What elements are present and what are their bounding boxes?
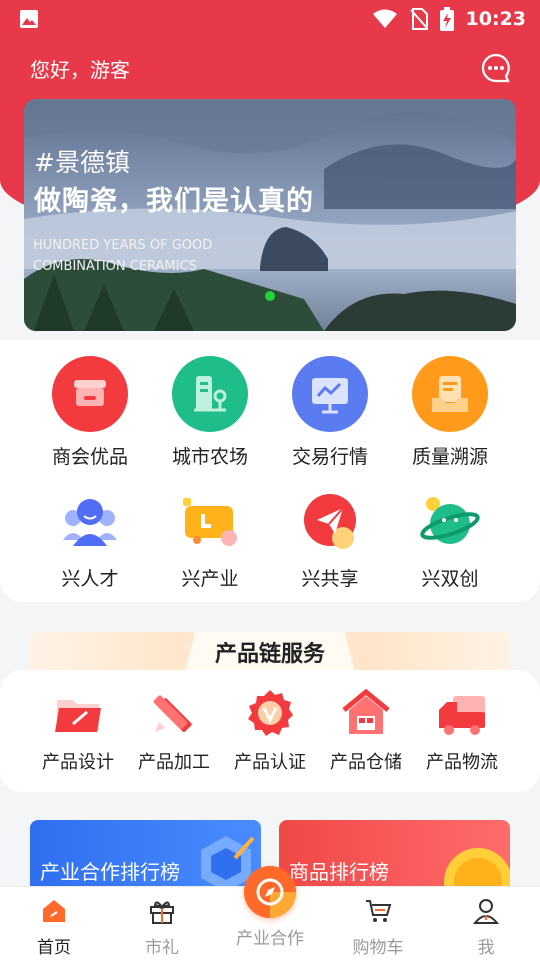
tab-label: 首页 xyxy=(37,938,71,958)
banner-subline-1: HUNDRED YEARS OF GOOD xyxy=(33,238,213,253)
chain-item-warehouse[interactable]: 产品仓储 xyxy=(316,688,416,774)
no-sim-icon xyxy=(409,8,428,30)
banner-tag: #景德镇 xyxy=(34,148,130,177)
grid-item-shanghui-youpin[interactable]: 商会优品 xyxy=(30,356,150,469)
feature-grid: 商会优品 城市农场 交易行情 质量溯源 兴人才 兴产业 兴共享 兴双创 xyxy=(0,340,540,602)
grid-item-talent[interactable]: 兴人才 xyxy=(30,492,150,591)
delivery-truck-icon xyxy=(439,696,485,735)
product-ranking-label: 商品排行榜 xyxy=(289,860,389,884)
chat-bubble-icon[interactable] xyxy=(480,52,512,84)
tab-label: 购物车 xyxy=(352,938,404,958)
carousel-indicator[interactable] xyxy=(265,291,275,301)
grid-item-label: 兴双创 xyxy=(421,568,479,590)
building-icon xyxy=(172,356,248,432)
warehouse-icon xyxy=(342,688,390,734)
chain-item-processing[interactable]: 产品加工 xyxy=(124,688,224,774)
grid-item-label: 兴共享 xyxy=(301,568,359,590)
paper-plane-icon xyxy=(304,494,356,549)
tab-gift[interactable]: 市礼 xyxy=(108,897,216,958)
banner-subtitle: HUNDRED YEARS OF GOOD COMBINATION CERAMI… xyxy=(33,235,212,277)
grid-item-label: 兴人才 xyxy=(61,568,119,590)
chain-item-certification[interactable]: 产品认证 xyxy=(220,688,320,774)
grid-item-label: 质量溯源 xyxy=(411,446,488,468)
status-time: 10:23 xyxy=(465,8,526,30)
chain-item-label: 产品仓储 xyxy=(330,752,402,773)
tab-industry-cooperation-label[interactable]: 产业合作 xyxy=(216,924,324,949)
status-bar: 10:23 xyxy=(0,0,540,38)
grid-item-industry[interactable]: 兴产业 xyxy=(150,492,270,591)
grid-item-share[interactable]: 兴共享 xyxy=(270,492,390,591)
chain-item-label: 产品物流 xyxy=(426,752,498,773)
tab-label: 市礼 xyxy=(145,938,179,958)
tab-label: 我 xyxy=(477,938,495,958)
grid-item-trading-market[interactable]: 交易行情 xyxy=(270,356,390,469)
tab-me[interactable]: 我 xyxy=(432,897,540,958)
grid-item-innovation[interactable]: 兴双创 xyxy=(390,492,510,591)
folder-pen-icon xyxy=(55,700,101,732)
banner-headline: 做陶瓷，我们是认真的 xyxy=(34,186,314,217)
tab-cart[interactable]: 购物车 xyxy=(324,897,432,958)
document-tray-icon xyxy=(412,356,488,432)
greeting-text: 您好，游客 xyxy=(30,58,130,82)
gift-icon xyxy=(150,901,174,924)
compass-icon[interactable] xyxy=(244,866,296,918)
truck-icon xyxy=(183,498,237,546)
planet-icon xyxy=(420,497,480,544)
chain-item-design[interactable]: 产品设计 xyxy=(28,688,128,774)
grid-item-label: 兴产业 xyxy=(181,568,239,590)
grid-item-label: 城市农场 xyxy=(171,446,248,468)
grid-item-label: 交易行情 xyxy=(291,446,368,468)
people-icon xyxy=(63,499,117,546)
grid-item-city-farm[interactable]: 城市农场 xyxy=(150,356,270,469)
wifi-icon xyxy=(372,9,397,28)
battery-charging-icon xyxy=(439,7,454,31)
grid-item-label: 商会优品 xyxy=(51,446,128,468)
chart-monitor-icon xyxy=(292,356,368,432)
product-chain-card: 产品设计 产品加工 产品认证 产品仓储 产品物流 xyxy=(0,670,540,792)
user-icon xyxy=(472,899,500,924)
industry-ranking-label: 产业合作排行榜 xyxy=(40,860,180,884)
storefront-icon xyxy=(52,356,128,432)
chain-item-label: 产品加工 xyxy=(138,752,210,773)
badge-v-icon xyxy=(248,690,293,736)
pencil-ruler-icon xyxy=(153,695,192,732)
tab-home[interactable]: 首页 xyxy=(0,897,108,958)
chain-item-logistics[interactable]: 产品物流 xyxy=(412,688,512,774)
home-icon xyxy=(43,900,65,922)
chain-item-label: 产品设计 xyxy=(42,752,114,773)
grid-item-quality-trace[interactable]: 质量溯源 xyxy=(390,356,510,469)
chain-section-title: 产品链服务 xyxy=(185,632,355,672)
chain-item-label: 产品认证 xyxy=(234,752,306,773)
image-notification-icon xyxy=(20,10,38,28)
cart-icon xyxy=(366,900,392,922)
promo-banner[interactable]: #景德镇 做陶瓷，我们是认真的 HUNDRED YEARS OF GOOD CO… xyxy=(24,99,516,331)
banner-subline-2: COMBINATION CERAMICS xyxy=(33,259,197,274)
